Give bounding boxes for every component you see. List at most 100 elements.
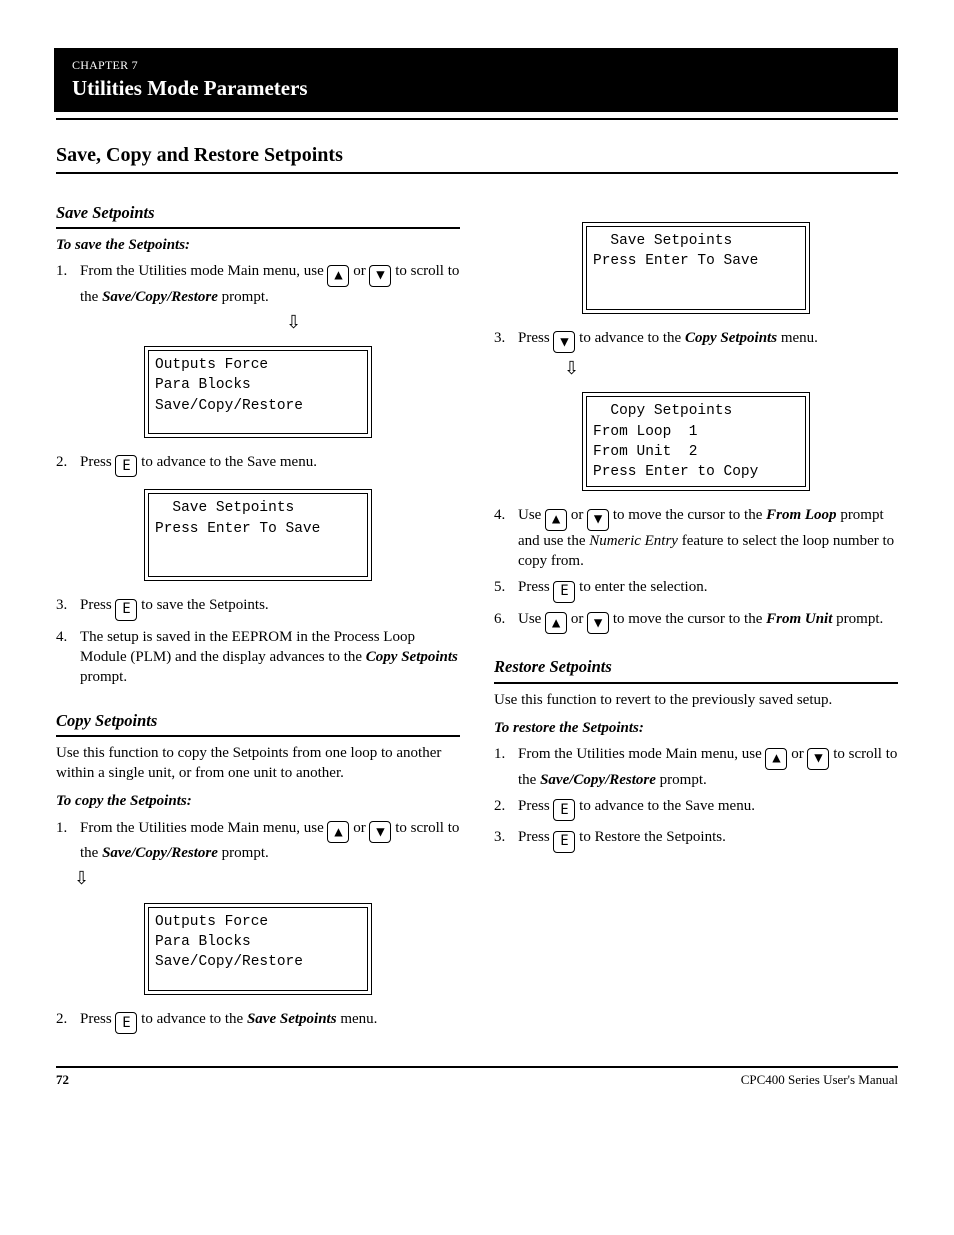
enter-key-icon: E [553, 799, 575, 821]
lcd-screen: Save Setpoints Press Enter To Save [144, 489, 372, 581]
up-key-icon: ▲ [327, 821, 349, 843]
up-key-icon: ▲ [327, 265, 349, 287]
copy-step-1: 1. From the Utilities mode Main menu, us… [56, 818, 460, 864]
screen-line: Press Enter To Save [155, 521, 320, 537]
section-copy-title: Copy Setpoints [56, 710, 460, 737]
doc-title: CPC400 Series User's Manual [741, 1071, 898, 1089]
lcd-screen: Copy Setpoints From Loop 1 From Unit 2 P… [582, 392, 810, 491]
copy-step-2: 2. Press E to advance to the Save Setpoi… [56, 1009, 460, 1034]
lcd-screen: Save Setpoints Press Enter To Save [582, 222, 810, 314]
text: or [353, 820, 369, 836]
menu-item-name: Save/Copy/Restore [540, 772, 656, 788]
enter-key-icon: E [115, 1012, 137, 1034]
screen-line: Outputs Force [155, 914, 268, 930]
down-key-icon: ▼ [369, 821, 391, 843]
text: Use [518, 611, 545, 627]
text: Press [518, 330, 553, 346]
text: to advance to the [579, 330, 685, 346]
step-number: 5. [494, 577, 510, 602]
step-number: 3. [494, 328, 510, 353]
menu-item-name: From Unit [766, 611, 832, 627]
down-key-icon: ▼ [587, 612, 609, 634]
enter-key-icon: E [553, 581, 575, 603]
text: prompt. [660, 772, 707, 788]
text: or [353, 263, 369, 279]
chapter-kicker: CHAPTER 7 [72, 57, 880, 73]
step-number: 2. [56, 452, 72, 477]
copy-procedure-heading: To copy the Setpoints: [56, 791, 460, 811]
down-arrow-icon: ⇩ [564, 359, 579, 377]
up-key-icon: ▲ [545, 509, 567, 531]
step-number: 1. [56, 261, 72, 307]
text: to move the cursor to the [613, 611, 766, 627]
save-step-3: 3. Press E to save the Setpoints. [56, 595, 460, 620]
save-step-2: 2. Press E to advance to the Save menu. [56, 452, 460, 477]
text: From the Utilities mode Main menu, use [518, 746, 765, 762]
copy-step-3: 3. Press ▼ to advance to the Copy Setpoi… [494, 328, 898, 353]
header-rule [56, 118, 898, 120]
step-number: 2. [494, 796, 510, 821]
down-key-icon: ▼ [587, 509, 609, 531]
text: Use [518, 507, 545, 523]
enter-key-icon: E [115, 455, 137, 477]
screen-line: Save Setpoints [155, 500, 294, 516]
enter-key-icon: E [553, 831, 575, 853]
text: Press [518, 798, 553, 814]
enter-key-icon: E [115, 599, 137, 621]
down-key-icon: ▼ [553, 331, 575, 353]
restore-step-3: 3. Press E to Restore the Setpoints. [494, 827, 898, 852]
text: prompt. [222, 845, 269, 861]
screen-line: From Loop 1 [593, 424, 697, 440]
restore-procedure-heading: To restore the Setpoints: [494, 718, 898, 738]
step-number: 1. [494, 744, 510, 790]
down-key-icon: ▼ [807, 748, 829, 770]
step-number: 6. [494, 609, 510, 634]
screen-line: Outputs Force [155, 357, 268, 373]
up-key-icon: ▲ [765, 748, 787, 770]
text: From the Utilities mode Main menu, use [80, 263, 327, 279]
lcd-screen: Outputs Force Para Blocks Save/Copy/Rest… [144, 346, 372, 438]
text: or [571, 611, 587, 627]
step-number: 4. [494, 505, 510, 571]
menu-item-name: Save/Copy/Restore [102, 845, 218, 861]
text: to enter the selection. [579, 579, 707, 595]
step-number: 3. [56, 595, 72, 620]
text: Press [518, 579, 553, 595]
page-footer: 72 CPC400 Series User's Manual [56, 1068, 898, 1089]
section-save-title: Save Setpoints [56, 202, 460, 229]
lcd-screen: Outputs Force Para Blocks Save/Copy/Rest… [144, 903, 372, 995]
screen-line: Para Blocks [155, 377, 251, 393]
text: or [791, 746, 807, 762]
step-number: 4. [56, 627, 72, 688]
save-step-1: 1. From the Utilities mode Main menu, us… [56, 261, 460, 307]
screen-line: Save/Copy/Restore [155, 954, 303, 970]
restore-intro: Use this function to revert to the previ… [494, 690, 898, 710]
chapter-title: Utilities Mode Parameters [72, 74, 880, 102]
text: menu. [340, 1011, 377, 1027]
screen-line: Save/Copy/Restore [155, 398, 303, 414]
screen-line: From Unit 2 [593, 444, 697, 460]
restore-step-1: 1. From the Utilities mode Main menu, us… [494, 744, 898, 790]
text: Press [80, 454, 115, 470]
copy-step-4: 4. Use ▲ or ▼ to move the cursor to the … [494, 505, 898, 571]
screen-line: Save Setpoints [593, 233, 732, 249]
text: Press [518, 829, 553, 845]
menu-item-name: Copy Setpoints [366, 649, 458, 665]
text: Press [80, 597, 115, 613]
up-key-icon: ▲ [545, 612, 567, 634]
text: to move the cursor to the [613, 507, 766, 523]
text: The setup is saved in the EEPROM in the … [80, 629, 415, 665]
text: to Restore the Setpoints. [579, 829, 726, 845]
menu-item-name: Save/Copy/Restore [102, 289, 218, 305]
page-title: Save, Copy and Restore Setpoints [56, 142, 898, 174]
chapter-header: CHAPTER 7 Utilities Mode Parameters [54, 48, 898, 112]
text: to save the Setpoints. [141, 597, 269, 613]
step-number: 3. [494, 827, 510, 852]
text: From the Utilities mode Main menu, use [80, 820, 327, 836]
text: prompt. [836, 611, 883, 627]
menu-item-name: Save Setpoints [247, 1011, 337, 1027]
restore-step-2: 2. Press E to advance to the Save menu. [494, 796, 898, 821]
text: to advance to the [141, 1011, 247, 1027]
down-key-icon: ▼ [369, 265, 391, 287]
copy-step-6: 6. Use ▲ or ▼ to move the cursor to the … [494, 609, 898, 634]
